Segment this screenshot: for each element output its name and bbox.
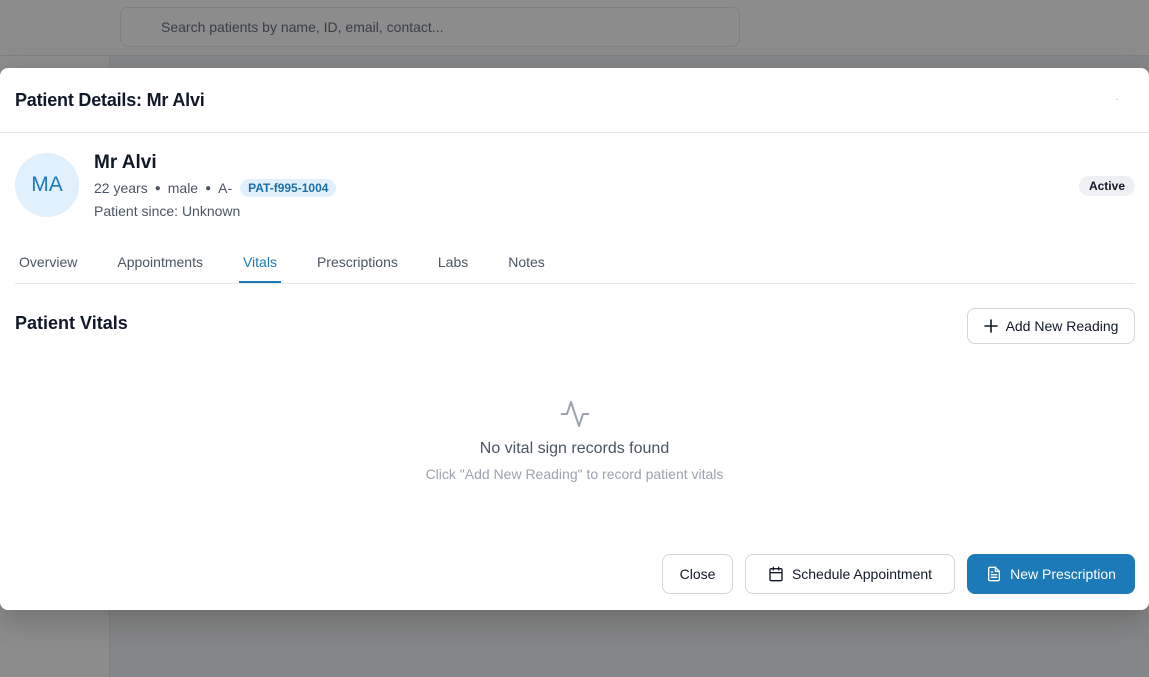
close-icon[interactable]: ·: [1109, 92, 1125, 108]
avatar: MA: [15, 153, 79, 217]
empty-state: No vital sign records found Click "Add N…: [0, 398, 1149, 482]
tab-prescriptions[interactable]: Prescriptions: [313, 248, 402, 283]
activity-icon: [560, 401, 589, 427]
calendar-icon: [769, 566, 783, 582]
patient-details-modal: Patient Details: Mr Alvi · MA Mr Alvi 22…: [0, 68, 1149, 610]
separator-dot: ●: [205, 182, 212, 194]
new-prescription-label: New Prescription: [1010, 566, 1116, 582]
patient-since: Patient since: Unknown: [94, 203, 241, 219]
patient-id-badge: PAT-f995-1004: [240, 179, 337, 197]
patient-blood-type: A-: [218, 180, 233, 196]
status-badge: Active: [1078, 176, 1135, 196]
modal-title: Patient Details: Mr Alvi: [15, 89, 205, 110]
patient-age: 22 years: [94, 180, 148, 196]
modal-header: Patient Details: Mr Alvi ·: [0, 68, 1149, 133]
empty-state-title: No vital sign records found: [479, 440, 670, 457]
schedule-appointment-button[interactable]: Schedule Appointment: [745, 554, 955, 594]
add-new-reading-button[interactable]: Add New Reading: [967, 308, 1135, 344]
close-button[interactable]: Close: [662, 554, 733, 594]
empty-state-subtitle: Click "Add New Reading" to record patien…: [425, 466, 724, 482]
file-text-icon: [988, 566, 1001, 582]
tab-appointments[interactable]: Appointments: [113, 248, 207, 283]
tab-vitals[interactable]: Vitals: [238, 248, 281, 283]
vitals-section-title: Patient Vitals: [15, 313, 128, 333]
patient-name: Mr Alvi: [94, 152, 157, 173]
tab-bar: Overview Appointments Vitals Prescriptio…: [15, 248, 1135, 284]
patient-meta: 22 years ● male ● A- PAT-f995-1004: [94, 179, 337, 197]
patient-gender: male: [167, 180, 199, 196]
plus-icon: [983, 319, 998, 333]
new-prescription-button[interactable]: New Prescription: [967, 554, 1135, 594]
tab-labs[interactable]: Labs: [434, 248, 472, 283]
tab-notes[interactable]: Notes: [504, 248, 549, 283]
add-new-reading-label: Add New Reading: [1005, 318, 1119, 334]
close-button-label: Close: [679, 566, 716, 582]
tab-overview[interactable]: Overview: [15, 248, 81, 283]
patient-summary: MA Mr Alvi 22 years ● male ● A- PAT-f995…: [15, 152, 1135, 219]
separator-dot: ●: [154, 182, 161, 194]
schedule-appointment-label: Schedule Appointment: [791, 566, 933, 582]
